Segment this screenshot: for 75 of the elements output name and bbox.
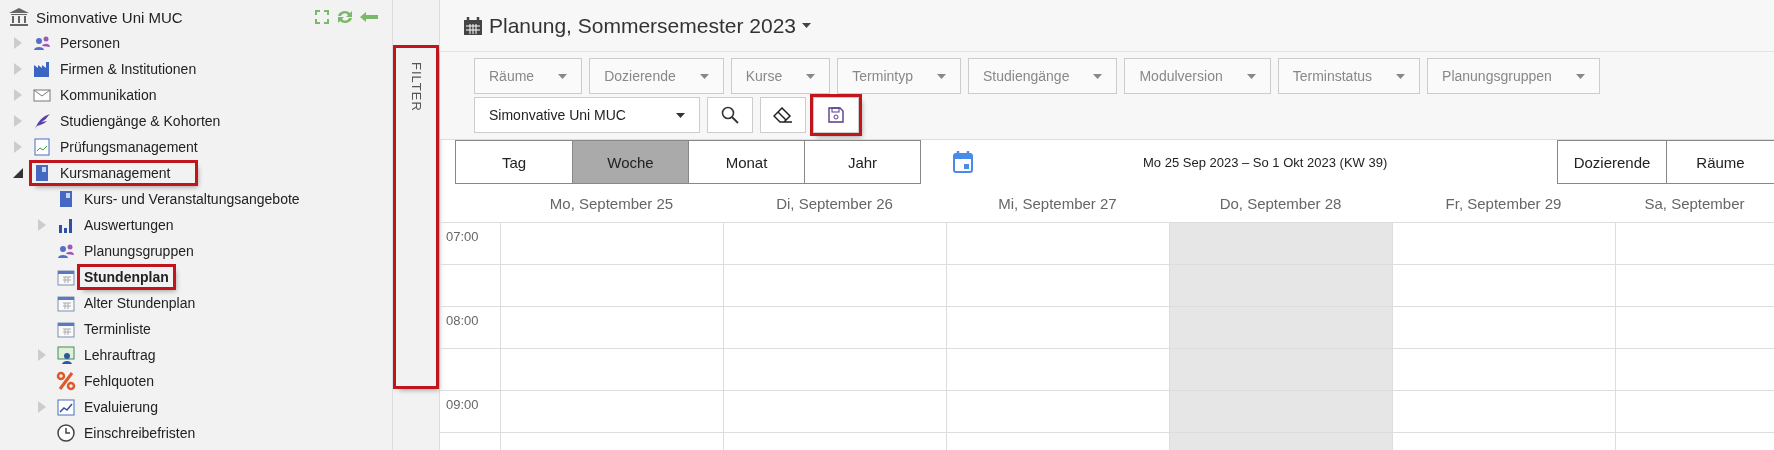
search-button[interactable] [707, 97, 753, 133]
expand-arrow-icon[interactable] [14, 37, 22, 49]
tree-item[interactable]: Firmen & Institutionen [56, 59, 201, 79]
caret-icon [1093, 73, 1103, 79]
tree-item[interactable]: Personen [56, 33, 124, 53]
filter-dropdown[interactable]: Termintyp [837, 58, 961, 94]
line-chart-icon [56, 397, 76, 417]
caret-icon [676, 112, 685, 118]
tree-item[interactable]: Prüfungsmanagement [56, 137, 202, 157]
percent-icon [56, 371, 76, 391]
factory-icon [32, 59, 52, 79]
day-header: Mo, September 25 [500, 184, 723, 222]
organization-select[interactable]: Simonvative Uni MUC [474, 97, 700, 133]
tree-item[interactable]: Alter Stundenplan [80, 293, 200, 313]
tree-item[interactable]: Stundenplan [80, 267, 173, 287]
date-range: Mo 25 Sep 2023 – So 1 Okt 2023 (KW 39) [1143, 154, 1388, 170]
tree-item[interactable]: Auswertungen [80, 215, 178, 235]
expand-arrow-icon[interactable] [14, 89, 22, 101]
collapse-arrow-icon[interactable] [13, 168, 23, 178]
day-header: Fr, September 29 [1392, 184, 1615, 222]
presentation-icon [56, 345, 76, 365]
calendar-icon [56, 319, 76, 339]
expand-arrow-icon[interactable] [38, 349, 46, 361]
calendar-icon[interactable] [953, 151, 973, 173]
caret-icon [937, 73, 946, 79]
filter-dropdown[interactable]: Terminstatus [1277, 58, 1421, 94]
tree-item[interactable]: Fehlquoten [80, 371, 159, 391]
caret-icon [802, 23, 811, 28]
tree-item[interactable]: Terminliste [80, 319, 155, 339]
day-header: Do, September 28 [1169, 184, 1392, 222]
expand-arrow-icon[interactable] [14, 115, 22, 127]
filter-dropdown[interactable]: Studiengänge [968, 58, 1118, 94]
save-button[interactable] [813, 97, 859, 133]
tree-item[interactable]: Einschreibefristen [80, 423, 200, 443]
filter-dropdown[interactable]: Kurse [730, 58, 831, 94]
search-icon [721, 106, 739, 124]
tree-item[interactable]: Planungsgruppen [80, 241, 198, 261]
expand-arrow-icon[interactable] [38, 219, 46, 231]
expand-arrow-icon[interactable] [14, 63, 22, 75]
view-tab[interactable]: Woche [572, 141, 688, 183]
caret-icon [806, 73, 816, 79]
day-header: Di, September 26 [723, 184, 946, 222]
eraser-icon [773, 107, 793, 123]
calendar-icon [56, 293, 76, 313]
eraser-button[interactable] [760, 97, 806, 133]
filter-tab[interactable]: FILTER [396, 48, 436, 386]
expand-all-icon[interactable] [314, 9, 330, 25]
tree-item[interactable]: Kurs- und Veranstaltungsangebote [80, 189, 304, 209]
filter-dropdown[interactable]: Modulversion [1124, 58, 1271, 94]
clock-icon [56, 423, 76, 443]
document-chart-icon [32, 137, 52, 157]
refresh-icon[interactable] [336, 9, 354, 25]
day-header: Mi, September 27 [946, 184, 1169, 222]
caret-icon [1246, 73, 1256, 79]
tree-root-label[interactable]: Simonvative Uni MUC [36, 8, 308, 26]
semester-title[interactable]: Planung, Sommersemester 2023 [463, 13, 811, 38]
filter-dropdown[interactable]: Planungsgruppen [1427, 58, 1600, 94]
tree-item[interactable]: Studiengänge & Kohorten [56, 111, 225, 131]
calendar-icon [463, 15, 483, 36]
expand-arrow-icon[interactable] [14, 141, 22, 153]
tree-item[interactable]: Kommunikation [56, 85, 161, 105]
caret-icon [558, 73, 568, 79]
institution-icon [8, 7, 30, 27]
back-arrow-icon[interactable] [360, 11, 378, 23]
tree-item[interactable]: Lehrauftrag [80, 345, 160, 365]
caret-icon [1575, 73, 1585, 79]
tree-item[interactable]: Kursmanagement [56, 163, 175, 183]
filter-dropdown[interactable]: Räume [474, 58, 583, 94]
caret-icon [699, 73, 709, 79]
tree-item[interactable]: Evaluierung [80, 397, 162, 417]
save-icon [828, 107, 844, 123]
caret-icon [1396, 73, 1406, 79]
calendar-icon [56, 267, 76, 287]
day-header: Sa, September [1615, 184, 1774, 222]
expand-arrow-icon[interactable] [38, 401, 46, 413]
